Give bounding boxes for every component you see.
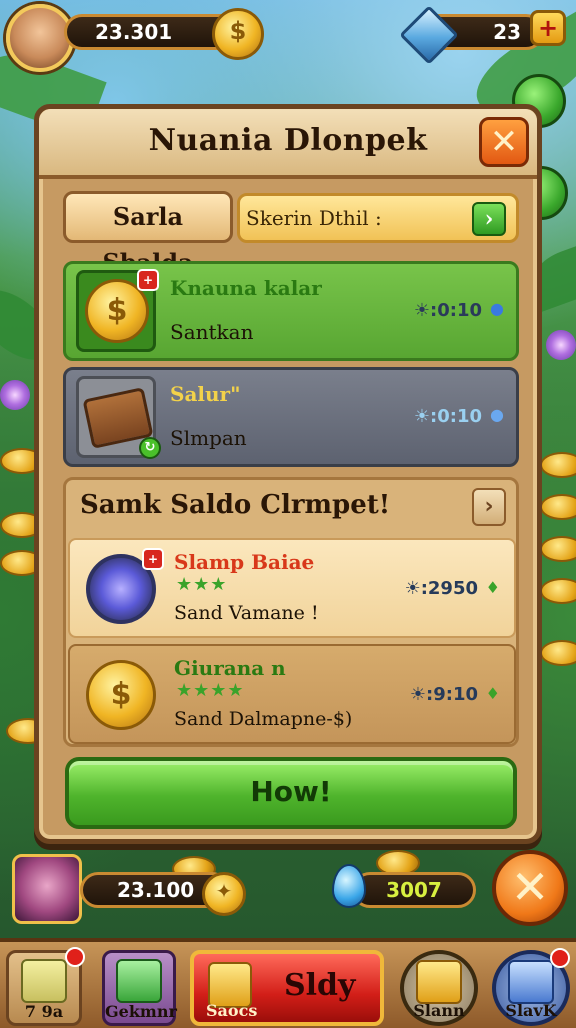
reward-title: Giurana n [174,656,286,680]
search-field-text: Skerin Dthil : [246,206,382,230]
scattered-coin [540,640,576,666]
water-drop-icon: ● [490,299,504,318]
nav-slot-inventory[interactable]: 7 9a [6,947,85,1026]
card-subtitle: Slmpan [170,426,247,450]
chevron-right-icon: › [484,206,494,232]
leaf-drop-icon: ♦ [485,578,500,597]
refresh-badge-icon: ↻ [139,437,161,459]
scroll-icon [21,959,67,1003]
potion-box-icon [116,959,162,1003]
reward-timer: ☀:2950 [404,578,478,599]
coin-icon: $ [212,8,264,60]
card-subtitle: Santkan [170,320,254,344]
bottom-nav-bar: 7 9a Gekmnr Sldy Saocs Slann SlavK [0,938,576,1028]
card-title: Salur" [170,382,241,406]
rating-stars-icon: ★★★★ [176,680,245,701]
flower-decoration [0,380,30,410]
reward-timer: ☀:9:10 [409,684,478,705]
flower-decoration [546,330,576,360]
hud-gem-counter: 3007 [352,872,476,908]
offer-card-coins[interactable]: $ + Knauna kalar Santkan ☀:0:10 ● [63,261,519,361]
reward-item[interactable]: $ Giurana n ★★★★ Sand Dalmapne-$) ☀:9:10… [68,644,516,744]
new-badge-icon: + [142,548,164,570]
water-drop-icon: ● [490,405,504,424]
nav-slot-slann[interactable]: Slann [400,950,478,1026]
reward-description: Sand Dalmapne-$) [174,708,353,730]
tab-row: Sarla Sbalda Skerin Dthil : › [63,189,519,277]
card-timer: ☀:0:10 [413,406,482,427]
nav-slot-main[interactable]: Sldy Saocs [190,950,384,1026]
gem-count: 23 [493,20,521,44]
add-gems-button[interactable]: + [530,10,566,46]
panel-title: Nuania Dlonpek [148,123,428,158]
new-badge-icon: + [137,269,159,291]
card-timer: ☀:0:10 [413,300,482,321]
close-icon: ✕ [489,122,519,162]
coin-count: 23.301 [95,20,173,44]
nav-label: Saocs [206,1001,258,1020]
notification-dot [550,948,570,968]
player-avatar[interactable] [6,4,74,72]
scattered-coin [540,452,576,478]
tab-sarla[interactable]: Sarla Sbalda [63,191,233,277]
star-coin-icon: ✦ [202,872,246,916]
section-title: Samk Saldo Clrmpet! [80,490,391,520]
leaf-drop-icon: ♦ [485,684,500,703]
shop-panel: Nuania Dlonpek ✕ Sarla Sbalda Skerin Dth… [34,104,542,844]
blue-crate-icon [508,960,554,1004]
section-expand-button[interactable]: › [472,488,506,526]
notification-dot [65,947,85,967]
reward-item[interactable]: + Slamp Baiae ★★★ Sand Vamane ! ☀:2950 ♦ [68,538,516,638]
offer-card-chest[interactable]: ↻ Salur" Slmpan ☀:0:10 ● [63,367,519,467]
nav-slot-slavk[interactable]: SlavK [492,948,570,1026]
water-drop-icon [332,864,366,908]
close-icon: ✕ [510,860,550,914]
hud-coin-count: 23.100 [117,878,195,902]
gold-chest-icon [416,960,462,1004]
how-button[interactable]: How! [65,757,517,829]
nav-label: Slann [413,1001,465,1020]
rating-stars-icon: ★★★ [176,574,228,595]
panel-header: Nuania Dlonpek ✕ [39,109,537,179]
nav-label: SlavK [505,1001,557,1020]
reward-title: Slamp Baiae [174,550,315,574]
scattered-coin [540,494,576,520]
reward-description: Sand Vamane ! [174,602,319,624]
hero-portrait[interactable] [12,854,82,924]
close-button[interactable]: ✕ [479,117,529,167]
coin-thumbnail: $ + [76,269,159,352]
scattered-coin [540,578,576,604]
gold-coin-icon: $ [86,660,156,730]
reward-section: Samk Saldo Clrmpet! › + Slamp Baiae ★★★ … [63,477,519,747]
hud-gem-count: 3007 [386,878,442,902]
cancel-button[interactable]: ✕ [492,850,568,926]
nav-label: 7 9a [24,1002,64,1021]
go-button[interactable]: › [472,202,506,236]
top-resource-bar: 23.301 $ 23 + [0,0,576,72]
card-title: Knauna kalar [170,276,322,300]
chest-thumbnail: ↻ [76,376,161,459]
search-field[interactable]: Skerin Dthil : › [237,193,519,243]
chevron-right-icon: › [484,494,494,519]
scattered-coin [540,536,576,562]
nav-main-text: Sldy [284,968,356,1003]
